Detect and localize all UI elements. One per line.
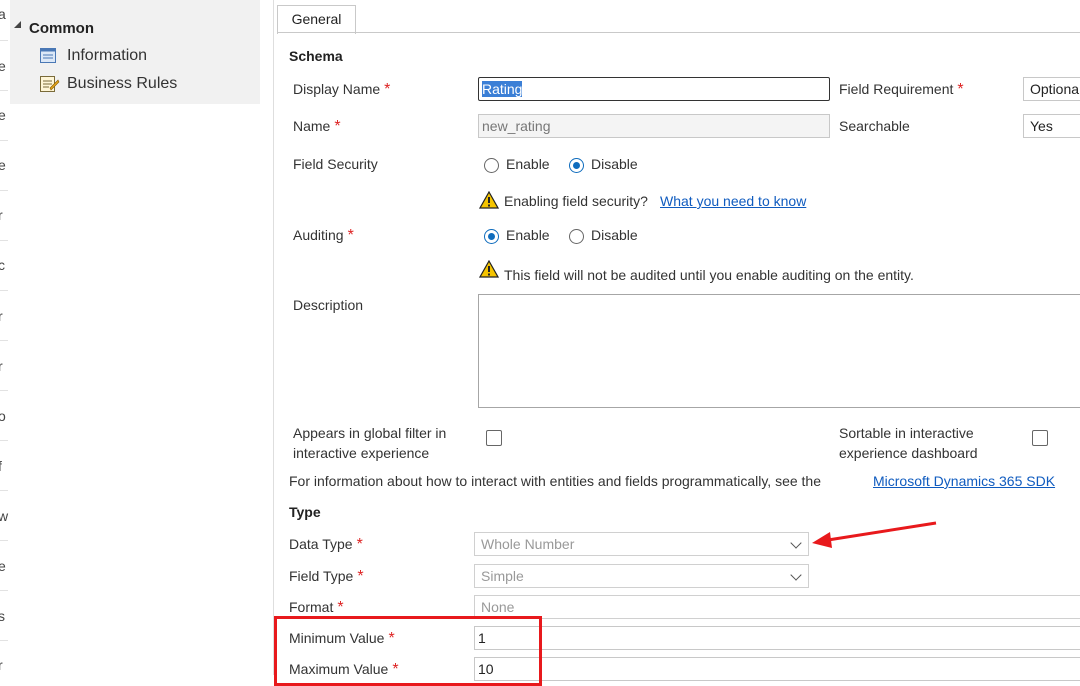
red-arrow-annotation [812,521,937,548]
red-highlight-box [274,616,542,686]
name-input[interactable]: new_rating [478,114,830,138]
edge-divider [0,390,8,391]
field-requirement-label: Field Requirement * [839,81,964,98]
description-label: Description [293,297,364,313]
minimum-value-input[interactable]: 1 [474,626,1080,650]
auditing-enable-label: Enable [506,227,550,243]
searchable-label: Searchable [839,118,910,134]
edge-letter: f [0,458,2,474]
edge-letter: e [0,58,6,74]
auditing-disable-label: Disable [591,227,638,243]
edge-divider [0,190,8,191]
edge-divider [0,540,8,541]
data-type-select[interactable]: Whole Number [474,532,809,556]
edge-letter: w [0,508,9,524]
edge-divider [0,240,8,241]
sidebar-item-business-rules[interactable]: Business Rules [38,72,258,96]
section-heading-type: Type [289,504,321,520]
edge-divider [0,290,8,291]
name-label: Name * [293,118,341,135]
chevron-down-icon [790,569,802,581]
edge-letter: r [0,657,3,673]
edge-letter: r [0,207,3,223]
auditing-enable-radio[interactable] [484,229,499,244]
sdk-note: For information about how to interact wi… [289,473,821,489]
edge-letter: e [0,558,6,574]
field-type-select[interactable]: Simple [474,564,809,588]
edge-letter: a [0,6,6,22]
left-edge-strip: a e e e r c r r o f w e s r [0,0,8,675]
edge-divider [0,590,8,591]
chevron-down-icon [790,537,802,549]
field-requirement-select[interactable]: Optiona [1023,77,1080,101]
sortable-checkbox[interactable] [1032,430,1048,446]
edge-divider [0,640,8,641]
searchable-select[interactable]: Yes [1023,114,1080,138]
global-filter-label: Appears in global filter in interactive e… [293,425,447,461]
what-you-need-to-know-link[interactable]: What you need to know [660,193,806,209]
tab-general[interactable]: General [277,5,356,34]
display-name-label: Display Name * [293,81,391,98]
edge-divider [0,90,8,91]
edge-letter: r [0,358,3,374]
edge-letter: e [0,157,6,173]
edge-divider [0,340,8,341]
collapse-triangle-icon[interactable] [14,21,21,28]
edge-letter: s [0,608,5,624]
edge-letter: o [0,408,6,424]
tab-label: General [291,11,342,27]
edge-letter: c [0,257,5,273]
field-security-enable-radio[interactable] [484,158,499,173]
edge-divider [0,140,8,141]
field-security-disable-label: Disable [591,156,638,172]
field-security-warning-text: Enabling field security? [504,193,648,209]
display-name-input[interactable]: Rating [478,77,830,101]
sidebar-item-information[interactable]: Information [38,44,258,68]
warning-icon [479,191,499,209]
maximum-value-input[interactable]: 10 [474,657,1080,681]
field-security-enable-label: Enable [506,156,550,172]
sidebar-nav: Common Information Business Rules [10,0,260,104]
auditing-label: Auditing * [293,227,354,244]
tab-underline [277,32,1080,33]
edge-letter: e [0,107,6,123]
sidebar-group-label[interactable]: Common [29,20,94,37]
warning-icon [479,260,499,278]
sidebar-item-label: Business Rules [67,75,178,92]
field-security-label: Field Security [293,156,378,172]
pane-divider [273,0,274,675]
field-type-label: Field Type * [289,568,364,585]
edge-divider [0,490,8,491]
edge-divider [0,40,8,41]
edge-divider [0,440,8,441]
edge-letter: r [0,308,3,324]
form-icon [40,48,56,63]
sdk-link[interactable]: Microsoft Dynamics 365 SDK [873,473,1055,489]
sidebar-item-label: Information [67,47,148,64]
data-type-label: Data Type * [289,536,363,553]
field-security-disable-radio[interactable] [569,158,584,173]
auditing-disable-radio[interactable] [569,229,584,244]
auditing-warning-text: This field will not be audited until you… [504,267,914,283]
description-textarea[interactable] [478,294,1080,408]
global-filter-checkbox[interactable] [486,430,502,446]
business-rules-icon [40,76,60,92]
sortable-label: Sortable in interactive experience dashbo… [839,425,978,461]
section-heading-schema: Schema [289,48,343,64]
format-select[interactable]: None [474,595,1080,619]
format-label: Format * [289,599,344,616]
